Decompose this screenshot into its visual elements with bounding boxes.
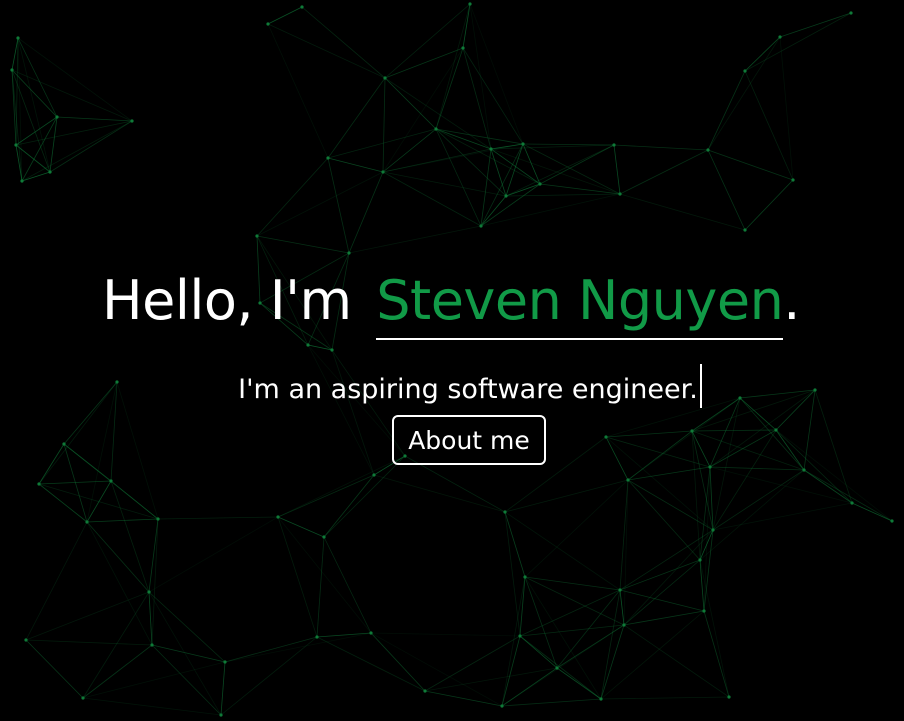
hero-greeting: Hello, I'm (102, 269, 352, 332)
hero-tagline: I'm an aspiring software engineer. (0, 364, 904, 410)
typing-cursor (699, 364, 702, 408)
hero-period: . (783, 269, 800, 332)
hero-section: Hello, I'm Steven Nguyen. I'm an aspirin… (0, 0, 904, 721)
tagline-text: I'm an aspiring software engineer. (238, 374, 698, 405)
about-me-button[interactable]: About me (392, 415, 546, 465)
hero-name: Steven Nguyen (376, 266, 784, 340)
hero-title: Hello, I'm Steven Nguyen. (102, 266, 800, 340)
